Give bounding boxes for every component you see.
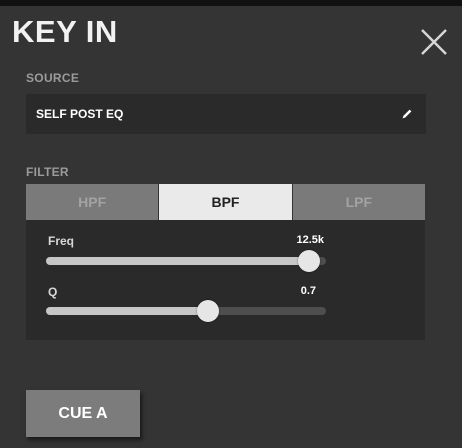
source-field[interactable]: SELF POST EQ [26, 94, 426, 134]
freq-slider-fill [46, 257, 310, 265]
freq-slider-knob[interactable] [298, 250, 321, 272]
q-slider-knob[interactable] [197, 300, 220, 322]
tab-hpf[interactable]: HPF [26, 184, 159, 220]
filter-type-tabs: HPF BPF LPF [26, 184, 425, 220]
pencil-icon[interactable] [400, 107, 414, 121]
filter-panel: Freq 12.5k Q 0.7 [26, 220, 425, 340]
tab-lpf[interactable]: LPF [292, 184, 425, 220]
panel-title: KEY IN [12, 14, 118, 49]
source-value: SELF POST EQ [36, 107, 124, 121]
freq-label: Freq [48, 234, 75, 248]
q-slider[interactable] [46, 300, 326, 322]
freq-slider[interactable] [46, 250, 326, 272]
close-icon[interactable] [418, 26, 450, 58]
cue-a-button[interactable]: CUE A [26, 390, 140, 437]
freq-value: 12.5k [296, 234, 324, 246]
q-label: Q [48, 285, 58, 299]
q-value: 0.7 [300, 285, 316, 297]
source-label: SOURCE [26, 71, 80, 85]
tab-bpf[interactable]: BPF [158, 184, 293, 220]
q-slider-fill [46, 307, 209, 315]
top-bar [0, 0, 462, 6]
filter-label: FILTER [26, 165, 69, 179]
